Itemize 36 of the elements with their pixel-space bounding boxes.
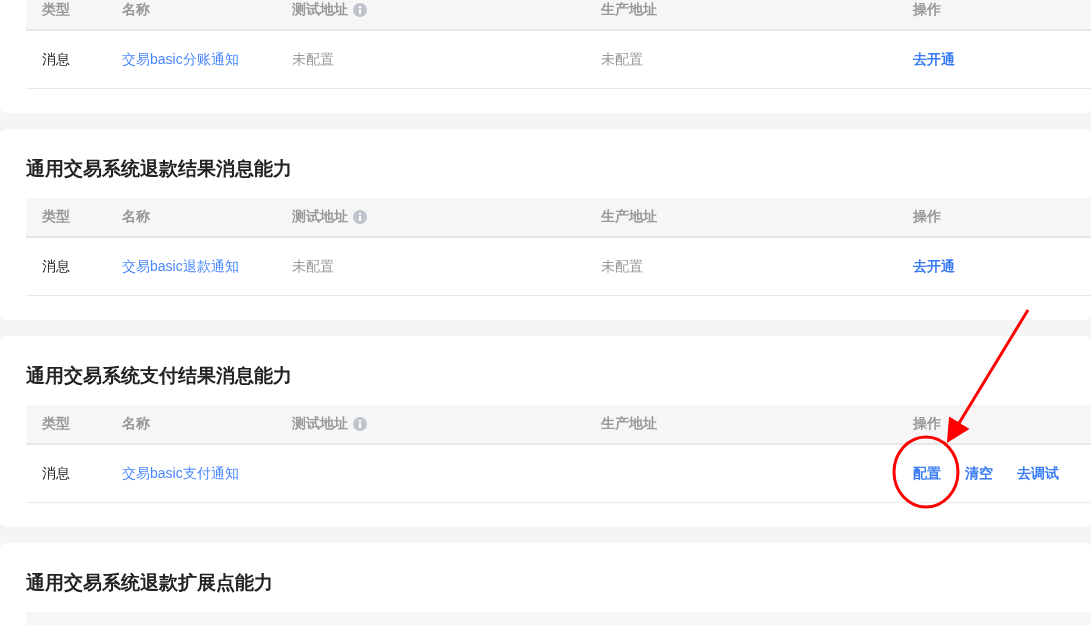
table-cell: 未配置: [292, 257, 334, 274]
table-cell: 消息: [42, 50, 70, 67]
name-link[interactable]: 交易basic支付通知: [122, 464, 239, 481]
action-link[interactable]: 清空: [965, 464, 993, 483]
column-header: 生产地址: [601, 1, 657, 19]
column-header: 类型: [42, 208, 70, 226]
section-title: 通用交易系统退款扩展点能力: [26, 571, 274, 595]
column-header: 操作: [913, 415, 941, 433]
action-link[interactable]: 去开通: [913, 257, 955, 276]
column-header: 生产地址: [601, 415, 657, 433]
column-header: 操作: [913, 1, 941, 19]
section-title: 通用交易系统退款结果消息能力: [26, 157, 293, 181]
action-link[interactable]: 去开通: [913, 50, 955, 69]
table-cell: 消息: [42, 257, 70, 274]
table-cell: 未配置: [601, 257, 643, 274]
column-header: 生产地址: [601, 208, 657, 226]
info-icon[interactable]: [353, 210, 367, 224]
column-header: 类型: [42, 415, 70, 433]
name-link[interactable]: 交易basic退款通知: [122, 257, 239, 274]
info-icon[interactable]: [353, 3, 367, 17]
action-link[interactable]: 去调试: [1017, 464, 1059, 483]
action-link[interactable]: 配置: [913, 464, 941, 483]
column-header: 测试地址: [292, 415, 348, 433]
column-header: 名称: [122, 208, 150, 226]
name-link[interactable]: 交易basic分账通知: [122, 50, 239, 67]
column-header: 类型: [42, 1, 70, 19]
section-title: 通用交易系统支付结果消息能力: [26, 364, 293, 388]
column-header: 名称: [122, 1, 150, 19]
column-header: 测试地址: [292, 1, 348, 19]
column-header: 操作: [913, 208, 941, 226]
table-cell: 消息: [42, 464, 70, 481]
column-header: 测试地址: [292, 208, 348, 226]
table-cell: 未配置: [292, 50, 334, 67]
info-icon[interactable]: [353, 417, 367, 431]
column-header: 名称: [122, 415, 150, 433]
table-cell: 未配置: [601, 50, 643, 67]
